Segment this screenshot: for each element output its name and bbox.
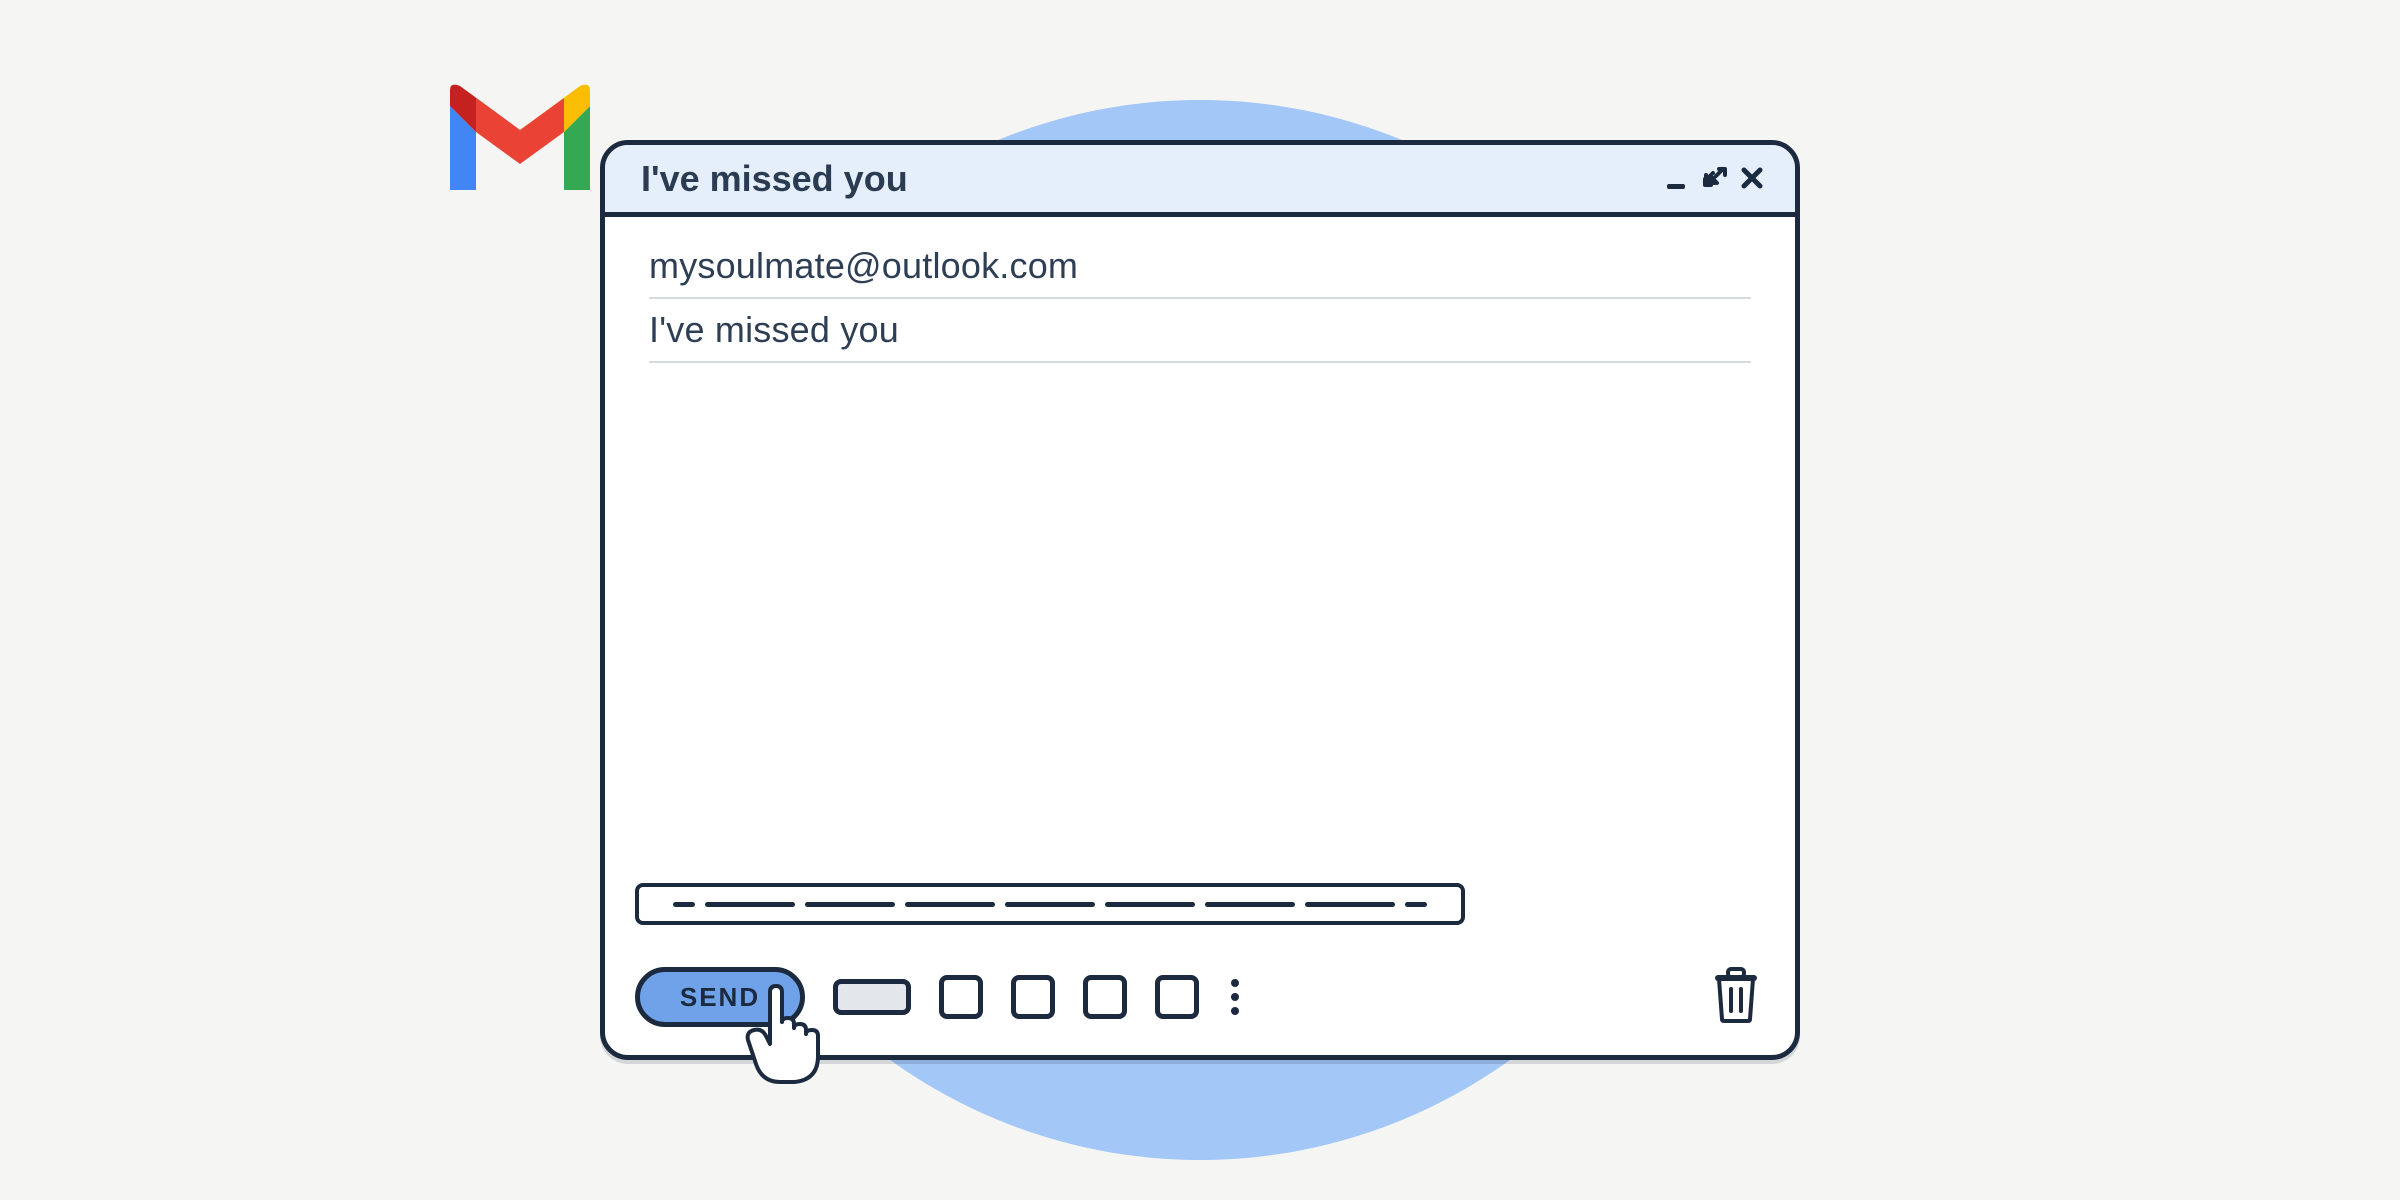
titlebar[interactable]: I've missed you <box>605 145 1795 217</box>
subject-field[interactable]: I've missed you <box>649 299 1751 363</box>
toolbar-button-2-icon[interactable] <box>1011 975 1055 1019</box>
dash-icon <box>1105 902 1195 907</box>
compose-body-area: mysoulmate@outlook.com I've missed you <box>605 217 1795 833</box>
dash-icon <box>905 902 995 907</box>
toolbar-button-4-icon[interactable] <box>1155 975 1199 1019</box>
toolbar-button-1-icon[interactable] <box>939 975 983 1019</box>
window-title: I've missed you <box>641 158 908 200</box>
close-icon[interactable] <box>1739 165 1767 193</box>
formatting-button-icon[interactable] <box>833 979 911 1015</box>
minimize-icon[interactable] <box>1665 166 1691 192</box>
dash-icon <box>1005 902 1095 907</box>
send-toolbar: SEND <box>635 967 1239 1027</box>
dash-icon <box>1405 902 1427 907</box>
compose-window: I've missed you mysoulmate@outlook.com I… <box>600 140 1800 1060</box>
dash-icon <box>805 902 895 907</box>
trash-icon[interactable] <box>1711 967 1761 1023</box>
dash-icon <box>1205 902 1295 907</box>
subject-value: I've missed you <box>649 309 899 351</box>
toolbar-button-3-icon[interactable] <box>1083 975 1127 1019</box>
gmail-logo-icon <box>440 80 600 200</box>
send-button-label: SEND <box>680 982 760 1013</box>
to-field[interactable]: mysoulmate@outlook.com <box>649 235 1751 299</box>
send-button[interactable]: SEND <box>635 967 805 1027</box>
dash-icon <box>1305 902 1395 907</box>
formatting-bar-placeholder[interactable] <box>635 883 1465 925</box>
to-value: mysoulmate@outlook.com <box>649 245 1078 287</box>
message-body[interactable] <box>649 363 1751 833</box>
more-options-icon[interactable] <box>1227 979 1239 1015</box>
expand-icon[interactable] <box>1701 165 1729 193</box>
window-controls <box>1665 165 1767 193</box>
dash-icon <box>705 902 795 907</box>
dash-icon <box>673 902 695 907</box>
